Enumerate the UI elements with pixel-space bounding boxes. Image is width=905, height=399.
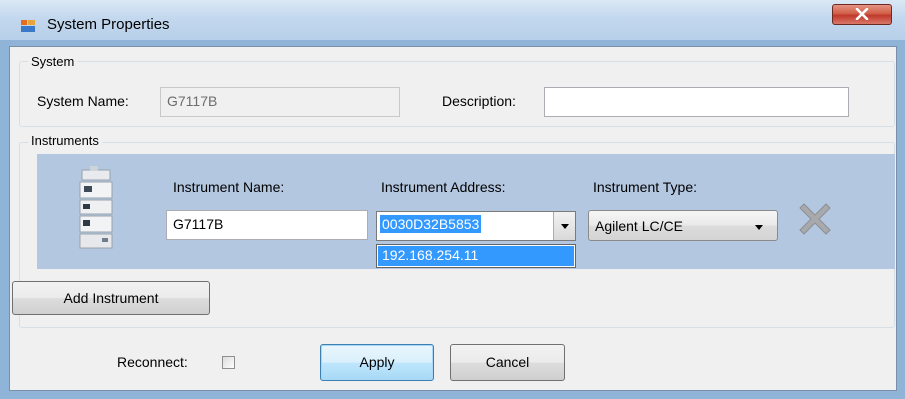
instruments-group-legend: Instruments [28,133,102,148]
instrument-type-select[interactable]: Agilent LC/CE [588,210,778,241]
address-dropdown-arrow[interactable] [553,212,575,240]
close-button[interactable] [832,4,892,25]
app-window-icon [21,20,35,32]
instrument-address-label: Instrument Address: [381,179,506,195]
cancel-button[interactable]: Cancel [450,344,565,381]
reconnect-checkbox[interactable] [222,356,235,369]
cancel-label: Cancel [485,354,530,370]
chevron-down-icon [755,225,763,230]
address-option[interactable]: 192.168.254.11 [378,246,574,266]
lc-instrument-icon [79,166,113,249]
instrument-address-combo[interactable]: 0030D32B5853 [376,211,576,241]
instrument-type-label: Instrument Type: [593,179,698,195]
description-label: Description: [442,93,516,109]
apply-label: Apply [359,354,395,370]
instrument-name-label: Instrument Name: [173,179,285,195]
instrument-address-value[interactable]: 0030D32B5853 [380,215,482,233]
instrument-type-value: Agilent LC/CE [595,218,683,234]
close-icon [855,8,869,20]
reconnect-label: Reconnect: [117,354,188,370]
remove-x-icon[interactable] [794,198,836,240]
add-instrument-button[interactable]: Add Instrument [12,281,210,315]
system-name-field: G7117B [160,87,400,117]
title-bar[interactable]: System Properties [0,0,905,40]
system-group-legend: System [28,54,78,69]
system-properties-window: System Properties System System Name: G7… [0,0,905,399]
address-dropdown-list: 192.168.254.11 [376,244,576,268]
apply-button[interactable]: Apply [320,344,434,381]
add-instrument-label: Add Instrument [63,290,159,306]
system-name-label: System Name: [37,93,129,109]
description-field[interactable] [544,87,849,117]
instrument-name-field[interactable]: G7117B [166,210,368,240]
window-title: System Properties [47,16,170,33]
